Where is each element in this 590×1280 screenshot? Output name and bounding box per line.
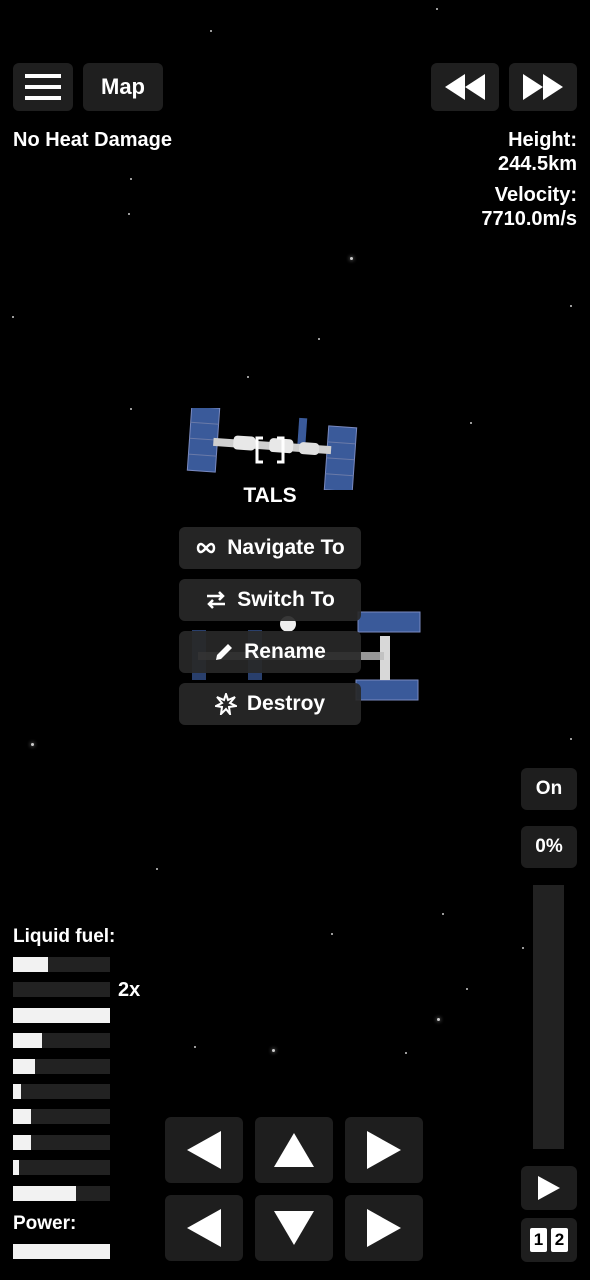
fuel-tank-bar — [13, 1185, 110, 1201]
space-station[interactable] — [185, 408, 360, 490]
play-button[interactable] — [521, 1166, 577, 1210]
fuel-tank-bar — [13, 982, 110, 998]
fuel-tank-bar — [13, 1109, 110, 1125]
power-bar-fill — [13, 1244, 110, 1259]
map-button[interactable]: Map — [83, 63, 163, 111]
power-label: Power: — [13, 1213, 77, 1234]
height-value: 244.5km — [498, 153, 577, 175]
stage-2-label[interactable]: 2 — [551, 1228, 568, 1252]
pencil-icon — [216, 644, 233, 660]
swap-arrows-icon — [207, 591, 226, 609]
up-button[interactable] — [255, 1117, 333, 1183]
fuel-tank-bar-fill — [13, 1185, 77, 1201]
rewind-button[interactable] — [431, 63, 499, 111]
fuel-tank-bar — [13, 1033, 110, 1049]
rename-button[interactable]: Rename — [179, 631, 361, 673]
navigate-to-button[interactable]: Navigate To — [179, 527, 361, 569]
rewind-icon — [445, 74, 485, 100]
hamburger-icon — [25, 74, 61, 100]
velocity-value: 7710.0m/s — [481, 208, 577, 230]
fuel-tank-bar — [13, 1084, 110, 1099]
navigate-to-label: Navigate To — [227, 536, 345, 559]
engine-toggle-button[interactable]: On — [521, 768, 577, 810]
fuel-tank-bar — [13, 1160, 110, 1176]
triangle-down-icon — [274, 1211, 314, 1245]
infinity-icon — [197, 542, 216, 554]
fuel-tank-bar-fill — [13, 1007, 110, 1023]
menu-button[interactable] — [13, 63, 73, 111]
rename-label: Rename — [244, 640, 326, 663]
power-bar — [13, 1244, 110, 1259]
fuel-tank-bar — [13, 957, 110, 972]
fuel-tank-bar — [13, 1134, 110, 1150]
vessel-name: TALS — [243, 484, 297, 507]
throttle-slider[interactable] — [533, 885, 564, 1149]
stage-selector[interactable]: 1 2 — [521, 1218, 577, 1262]
fuel-tank-bar — [13, 1007, 110, 1023]
destroy-label: Destroy — [246, 692, 326, 715]
fuel-tank-bar-fill — [13, 1134, 32, 1150]
down-button[interactable] — [255, 1195, 333, 1261]
triangle-up-icon — [274, 1133, 314, 1167]
explosion-icon — [214, 693, 237, 715]
velocity-label: Velocity: — [494, 184, 577, 206]
right-button[interactable] — [345, 1195, 423, 1261]
fuel-tank-bar-fill — [13, 1109, 32, 1125]
rotate-right-button[interactable] — [345, 1117, 423, 1183]
heat-status: No Heat Damage — [13, 129, 172, 151]
fuel-tank-bar-fill — [13, 1160, 19, 1176]
liquid-fuel-label: Liquid fuel: — [13, 926, 116, 947]
rotate-left-button[interactable] — [165, 1117, 243, 1183]
throttle-percent: 0% — [521, 826, 577, 868]
triangle-left-icon — [187, 1209, 221, 1247]
fuel-tank-bar-fill — [13, 1033, 43, 1049]
fuel-tank-bar — [13, 1058, 110, 1074]
fuel-tank-bar-fill — [13, 1084, 21, 1099]
fuel-multiplier: 2x — [118, 979, 141, 1001]
destroy-button[interactable]: Destroy — [179, 683, 361, 725]
triangle-right-icon — [367, 1131, 401, 1169]
switch-to-button[interactable]: Switch To — [179, 579, 361, 621]
fuel-tank-bar-fill — [13, 1058, 36, 1074]
play-icon — [538, 1176, 560, 1200]
fast-forward-button[interactable] — [509, 63, 577, 111]
triangle-right-icon — [367, 1209, 401, 1247]
triangle-left-icon — [187, 1131, 221, 1169]
fuel-tank-bar-fill — [13, 957, 48, 972]
switch-to-label: Switch To — [237, 588, 335, 611]
fast-forward-icon — [523, 74, 563, 100]
height-label: Height: — [508, 129, 577, 151]
stage-1-label[interactable]: 1 — [530, 1228, 547, 1252]
left-button[interactable] — [165, 1195, 243, 1261]
